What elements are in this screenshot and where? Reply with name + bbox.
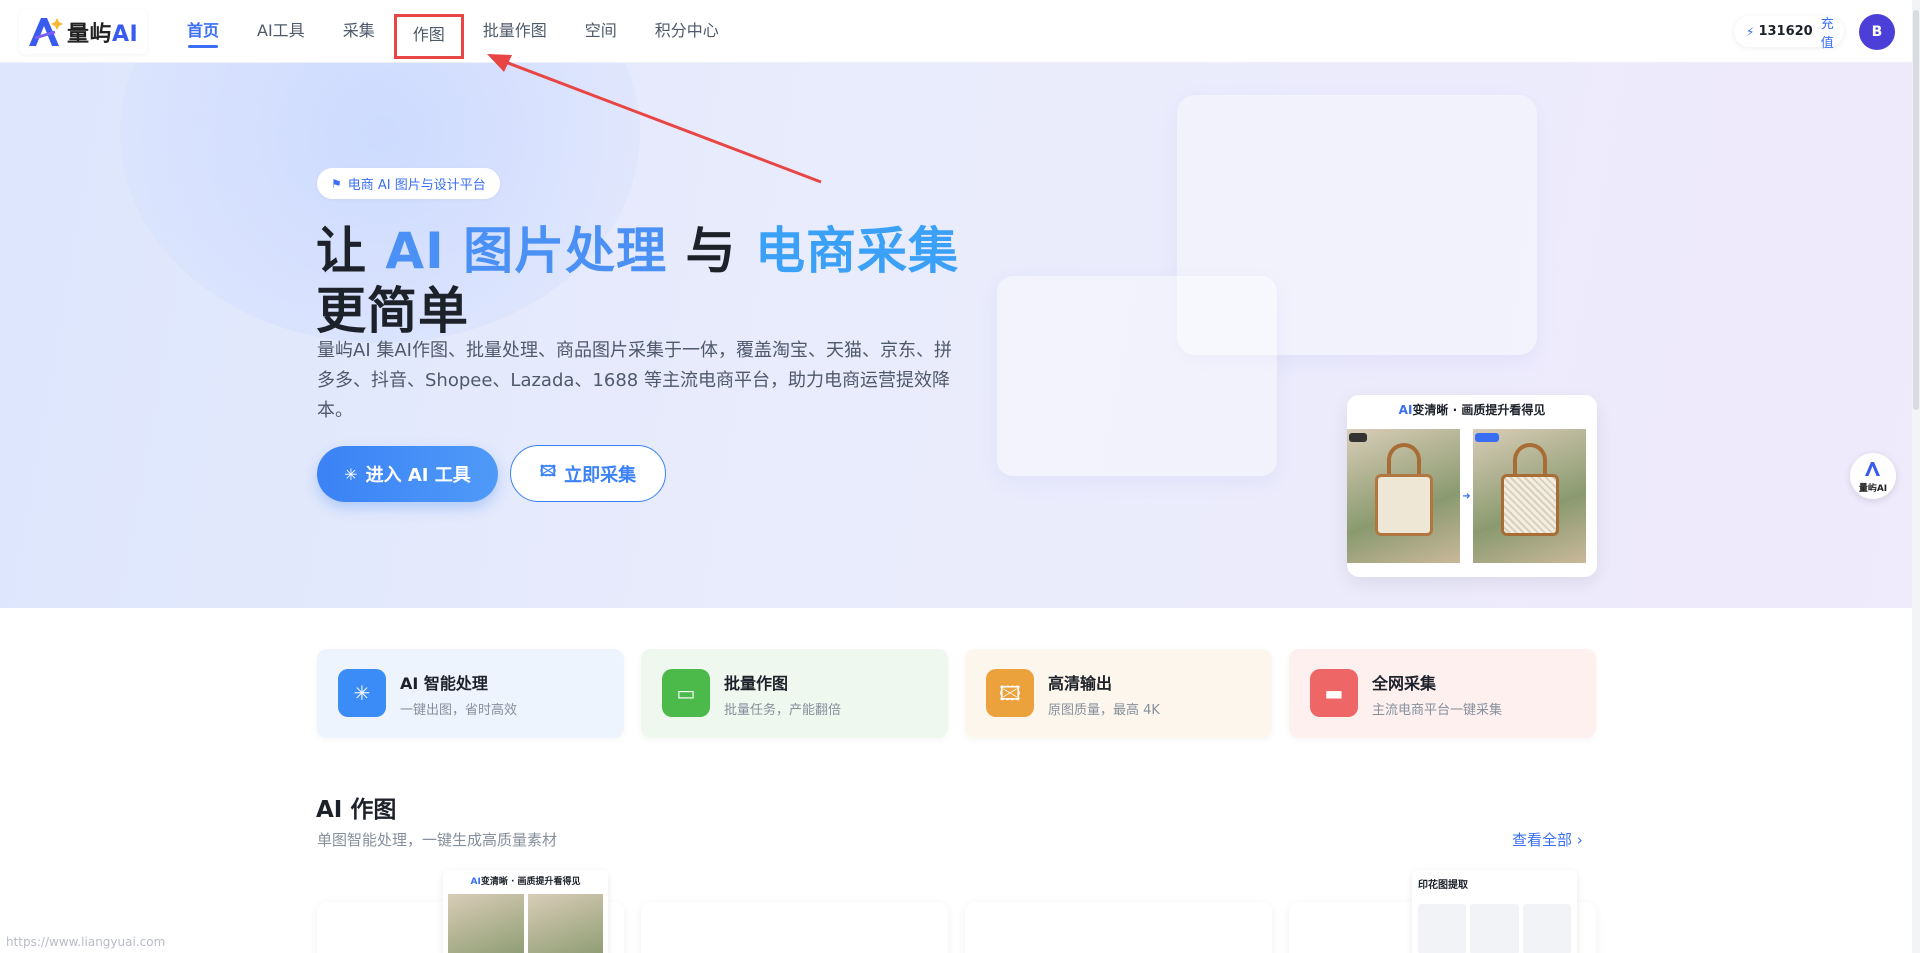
feature-title: 批量作图 (724, 674, 789, 693)
flag-icon: ⚑ (331, 176, 342, 191)
arrow-right-icon: ➜ (1462, 491, 1471, 502)
logo-ai-text: AI (112, 21, 139, 47)
bag-after-image (1473, 429, 1586, 563)
sparkle-icon: ✳ (344, 464, 358, 484)
enter-ai-tools-button[interactable]: ✳ 进入 AI 工具 (317, 446, 498, 502)
hero-badge: ⚑ 电商 AI 图片与设计平台 (317, 168, 500, 199)
collect-now-button[interactable]: 🖾 立即采集 (510, 445, 666, 502)
section-subtitle: 单图智能处理，一键生成高质量素材 (317, 831, 558, 849)
feature-title: AI 智能处理 (400, 674, 488, 693)
feature-title: 高清输出 (1048, 674, 1113, 693)
features-row: ✳ AI 智能处理 一键出图，省时高效 ▭ 批量作图 批量任务，产能翻倍 🖾 高… (317, 649, 1596, 738)
view-all-link[interactable]: 查看全部 › (1512, 829, 1583, 850)
nav-item-draw[interactable]: 作图 (393, 14, 464, 59)
url-watermark: https://www.liangyuai.com (6, 935, 166, 949)
preview-title: AI变清晰 · 画质提升看得见 (1398, 403, 1546, 417)
nav-item-points-center[interactable]: 积分中心 (636, 0, 738, 63)
logo[interactable]: 量屿AI (19, 9, 147, 54)
hero-description: 量屿AI 集AI作图、批量处理、商品图片采集于一体，覆盖淘宝、天猫、京东、拼多多… (317, 340, 952, 421)
bag-before-image (1347, 429, 1460, 563)
top-navbar: 量屿AI 首页 AI工具 采集 作图 批量作图 空间 积分中心 ⚡ 131620… (0, 0, 1920, 63)
image-icon: 🖾 (986, 669, 1034, 717)
feature-full-web-collect[interactable]: ▬ 全网采集 主流电商平台一键采集 (1289, 649, 1596, 738)
feature-batch-draw[interactable]: ▭ 批量作图 批量任务，产能翻倍 (641, 649, 948, 738)
image-icon: 🖾 (539, 462, 557, 480)
tool-thumbnail-clarity: AI变清晰 · 画质提升看得见 (443, 870, 608, 953)
tool-thumbnail-print-extract: 印花图提取 (1412, 870, 1577, 953)
headline-collect: 电商采集 (754, 222, 959, 280)
collect-now-label: 立即采集 (564, 464, 637, 486)
recharge-link[interactable]: 充值 (1821, 13, 1844, 51)
feature-hd-output[interactable]: 🖾 高清输出 原图质量，最高 4K (965, 649, 1272, 738)
nav-item-home[interactable]: 首页 (168, 0, 238, 63)
floating-assistant-button[interactable]: 量屿AI (1850, 453, 1896, 499)
sparkle-icon: ✳ (338, 669, 386, 717)
monitor-icon: ▬ (1310, 669, 1358, 717)
before-tag (1349, 433, 1367, 442)
bolt-icon: ⚡ (1746, 24, 1755, 39)
decorative-glass-card (997, 276, 1277, 476)
feature-subtitle: 批量任务，产能翻倍 (724, 703, 842, 718)
feature-ai-processing[interactable]: ✳ AI 智能处理 一键出图，省时高效 (317, 649, 624, 738)
section-title: AI 作图 (316, 797, 397, 823)
headline-ai: AI 图片处理 (385, 222, 668, 280)
layers-icon: ▭ (662, 669, 710, 717)
enter-ai-tools-label: 进入 AI 工具 (365, 465, 471, 486)
nav-item-ai-tools[interactable]: AI工具 (238, 0, 324, 63)
nav-menu: 首页 AI工具 采集 作图 批量作图 空间 积分中心 (168, 0, 738, 63)
floating-assistant-label: 量屿AI (1858, 484, 1888, 494)
headline-part: 更简单 (316, 282, 469, 340)
feature-subtitle: 一键出图，省时高效 (400, 703, 518, 718)
logo-mark-icon (1865, 462, 1880, 476)
tool-card[interactable] (641, 902, 948, 953)
feature-subtitle: 主流电商平台一键采集 (1372, 703, 1503, 718)
hero-badge-text: 电商 AI 图片与设计平台 (347, 178, 486, 193)
scrollbar-thumb[interactable] (1913, 10, 1919, 410)
headline-part: 与 (667, 222, 755, 280)
feature-title: 全网采集 (1372, 674, 1437, 693)
preview-card: AI变清晰 · 画质提升看得见 ➜ (1347, 395, 1597, 577)
credits-pill[interactable]: ⚡ 131620 充值 (1734, 16, 1844, 51)
hero-section: ⚑ 电商 AI 图片与设计平台 让 AI 图片处理 与 电商采集 更简单 量屿A… (0, 63, 1920, 608)
hero-headline: 让 AI 图片处理 与 电商采集 更简单 (316, 221, 959, 341)
user-avatar[interactable]: B (1859, 14, 1895, 50)
logo-text: 量屿 (67, 21, 113, 47)
page-scrollbar[interactable] (1912, 0, 1920, 953)
headline-part: 让 (316, 222, 386, 280)
credits-value: 131620 (1758, 24, 1813, 39)
tool-card[interactable] (965, 902, 1272, 953)
feature-subtitle: 原图质量，最高 4K (1048, 703, 1160, 718)
nav-item-space[interactable]: 空间 (566, 0, 636, 63)
nav-item-batch-draw[interactable]: 批量作图 (464, 0, 566, 63)
nav-item-collect[interactable]: 采集 (324, 0, 394, 63)
logo-mark-icon (29, 17, 63, 46)
after-tag (1475, 433, 1499, 442)
